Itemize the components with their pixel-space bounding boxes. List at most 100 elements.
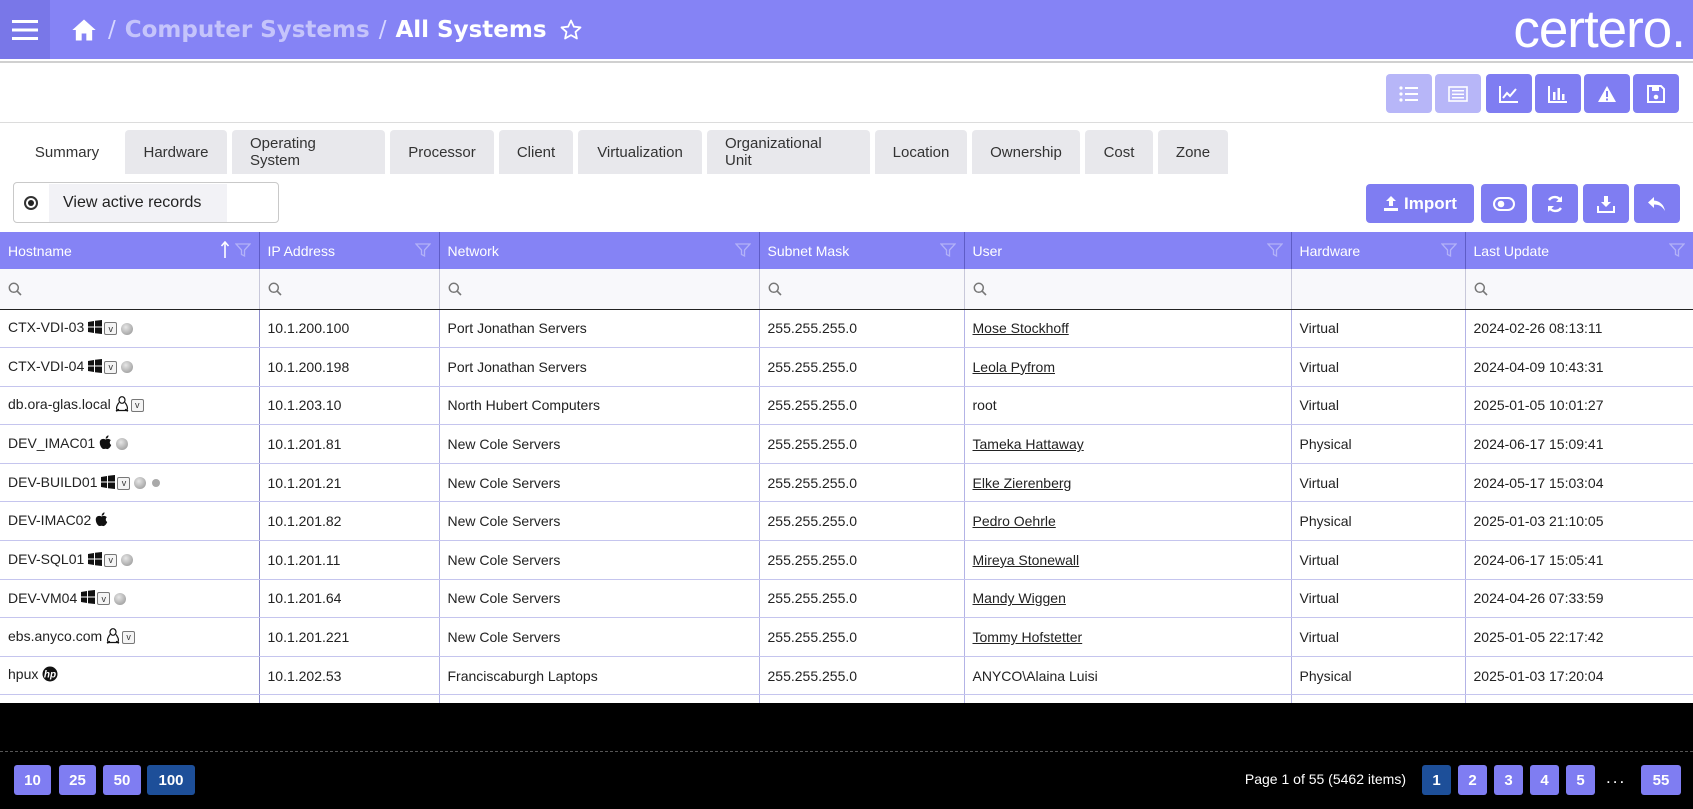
user-link[interactable]: Tameka Hattaway — [973, 436, 1084, 452]
user-link[interactable]: Mose Stockhoff — [973, 320, 1069, 336]
page-55-button[interactable]: 55 — [1641, 765, 1681, 795]
column-header-last-update[interactable]: Last Update — [1465, 232, 1693, 269]
sort-ascending-icon[interactable] — [220, 241, 229, 259]
filter-icon[interactable] — [234, 242, 251, 258]
last-update-search-input[interactable] — [1493, 279, 1667, 298]
hardware-filter[interactable] — [1291, 269, 1466, 310]
user-cell[interactable]: Pedro Oehrle — [964, 501, 1292, 542]
table-row[interactable]: DEV_IMAC01 10.1.201.81 New Cole Servers 255… — [0, 424, 1693, 464]
user-cell[interactable]: Mandy Wiggen — [964, 579, 1292, 619]
list-view-button[interactable] — [1386, 74, 1432, 113]
hostname-filter[interactable] — [0, 269, 260, 310]
detail-view-button[interactable] — [1435, 74, 1481, 113]
tab-summary[interactable]: Summary — [14, 130, 120, 174]
hostname-cell[interactable]: DEV-SQL01 v — [0, 540, 260, 580]
network-filter[interactable] — [439, 269, 760, 310]
star-icon[interactable] — [559, 18, 583, 42]
table-row[interactable]: CTX-VDI-03 v 10.1.200.100 Port Jonathan Ser… — [0, 309, 1693, 349]
toggle-button[interactable] — [1481, 184, 1527, 223]
table-row[interactable]: db.ora-glas.local v 10.1.203.10 North Huber… — [0, 386, 1693, 426]
tab-ownership[interactable]: Ownership — [972, 130, 1080, 174]
user-filter[interactable] — [964, 269, 1292, 310]
menu-icon[interactable] — [0, 0, 50, 59]
column-header-ip-address[interactable]: IP Address — [259, 232, 440, 269]
tab-hardware[interactable]: Hardware — [125, 130, 227, 174]
hostname-cell[interactable]: ebs.anyco.com v — [0, 617, 260, 657]
hostname-cell[interactable]: hpux hp — [0, 656, 260, 696]
tab-cost[interactable]: Cost — [1085, 130, 1153, 174]
user-link[interactable]: Leola Pyfrom — [973, 359, 1055, 375]
filter-icon[interactable] — [414, 242, 431, 258]
user-cell[interactable]: Leola Pyfrom — [964, 347, 1292, 387]
user-search-input[interactable] — [992, 279, 1245, 298]
table-row[interactable] — [0, 694, 1693, 703]
user-cell[interactable]: Tommy Hofstetter — [964, 617, 1292, 657]
alerts-button[interactable] — [1584, 74, 1630, 113]
column-header-network[interactable]: Network — [439, 232, 760, 269]
user-cell[interactable]: Mose Stockhoff — [964, 309, 1292, 349]
filter-icon[interactable] — [1266, 242, 1283, 258]
column-header-hostname[interactable]: Hostname — [0, 232, 260, 269]
table-row[interactable]: DEV-VM04 v 10.1.201.64 New Cole Servers 255.… — [0, 579, 1693, 619]
hostname-cell[interactable] — [0, 694, 260, 703]
home-icon[interactable] — [70, 16, 98, 44]
page-size-100[interactable]: 100 — [147, 765, 195, 795]
view-active-records-toggle[interactable]: View active records — [13, 182, 279, 223]
filter-icon[interactable] — [734, 242, 751, 258]
page-3-button[interactable]: 3 — [1494, 765, 1523, 795]
subnet-search-input[interactable] — [787, 279, 942, 298]
bar-chart-button[interactable] — [1535, 74, 1581, 113]
hostname-search-input[interactable] — [28, 279, 226, 298]
table-row[interactable]: DEV-SQL01 v 10.1.201.11 New Cole Servers 255… — [0, 540, 1693, 580]
save-button[interactable] — [1633, 74, 1679, 113]
page-size-50[interactable]: 50 — [103, 765, 141, 795]
hostname-cell[interactable]: DEV-VM04 v — [0, 579, 260, 619]
download-button[interactable] — [1583, 184, 1629, 223]
table-row[interactable]: ebs.anyco.com v 10.1.201.221 New Cole Serve… — [0, 617, 1693, 657]
user-link[interactable]: Tommy Hofstetter — [973, 629, 1083, 645]
filter-icon[interactable] — [1668, 242, 1685, 258]
page-size-25[interactable]: 25 — [59, 765, 96, 795]
import-button[interactable]: Import — [1366, 184, 1474, 223]
page-5-button[interactable]: 5 — [1566, 765, 1595, 795]
tab-processor[interactable]: Processor — [390, 130, 494, 174]
subnet-filter[interactable] — [759, 269, 965, 310]
page-2-button[interactable]: 2 — [1458, 765, 1487, 795]
hostname-cell[interactable]: DEV-BUILD01 v — [0, 463, 260, 503]
user-link[interactable]: Mandy Wiggen — [973, 590, 1066, 606]
breadcrumb-computer-systems[interactable]: Computer Systems — [125, 17, 370, 43]
refresh-button[interactable] — [1532, 184, 1578, 223]
filter-icon[interactable] — [1440, 242, 1457, 258]
user-link[interactable]: Pedro Oehrle — [973, 513, 1056, 529]
page-4-button[interactable]: 4 — [1530, 765, 1559, 795]
table-row[interactable]: CTX-VDI-04 v 10.1.200.198 Port Jonathan Ser… — [0, 347, 1693, 387]
tab-operating-system[interactable]: Operating System — [232, 130, 385, 174]
table-row[interactable]: DEV-IMAC02 10.1.201.82 New Cole Servers 255… — [0, 501, 1693, 542]
hostname-cell[interactable]: DEV_IMAC01 — [0, 424, 260, 464]
hostname-cell[interactable]: CTX-VDI-03 v — [0, 309, 260, 349]
hostname-cell[interactable]: DEV-IMAC02 — [0, 501, 260, 542]
hostname-cell[interactable]: db.ora-glas.local v — [0, 386, 260, 426]
tab-location[interactable]: Location — [875, 130, 967, 174]
ip-filter[interactable] — [259, 269, 440, 310]
network-search-input[interactable] — [467, 279, 714, 298]
column-header-subnet-mask[interactable]: Subnet Mask — [759, 232, 965, 269]
tab-zone[interactable]: Zone — [1158, 130, 1228, 174]
hostname-cell[interactable]: CTX-VDI-04 v — [0, 347, 260, 387]
table-row[interactable]: hpux hp 10.1.202.53 Franciscaburgh Laptops 2… — [0, 656, 1693, 696]
last-update-filter[interactable] — [1465, 269, 1693, 310]
user-link[interactable]: Mireya Stonewall — [973, 552, 1080, 568]
line-chart-button[interactable] — [1486, 74, 1532, 113]
user-cell[interactable]: Tameka Hattaway — [964, 424, 1292, 464]
user-link[interactable]: Elke Zierenberg — [973, 475, 1072, 491]
ip-search-input[interactable] — [287, 279, 422, 298]
filter-icon[interactable] — [939, 242, 956, 258]
table-row[interactable]: DEV-BUILD01 v 10.1.201.21 New Cole Servers 2… — [0, 463, 1693, 503]
undo-button[interactable] — [1634, 184, 1680, 223]
radio-button[interactable] — [24, 195, 38, 210]
tab-client[interactable]: Client — [499, 130, 573, 174]
page-1-button[interactable]: 1 — [1422, 765, 1451, 795]
tab-virtualization[interactable]: Virtualization — [578, 130, 702, 174]
page-size-10[interactable]: 10 — [14, 765, 51, 795]
tab-organizational-unit[interactable]: Organizational Unit — [707, 130, 870, 174]
